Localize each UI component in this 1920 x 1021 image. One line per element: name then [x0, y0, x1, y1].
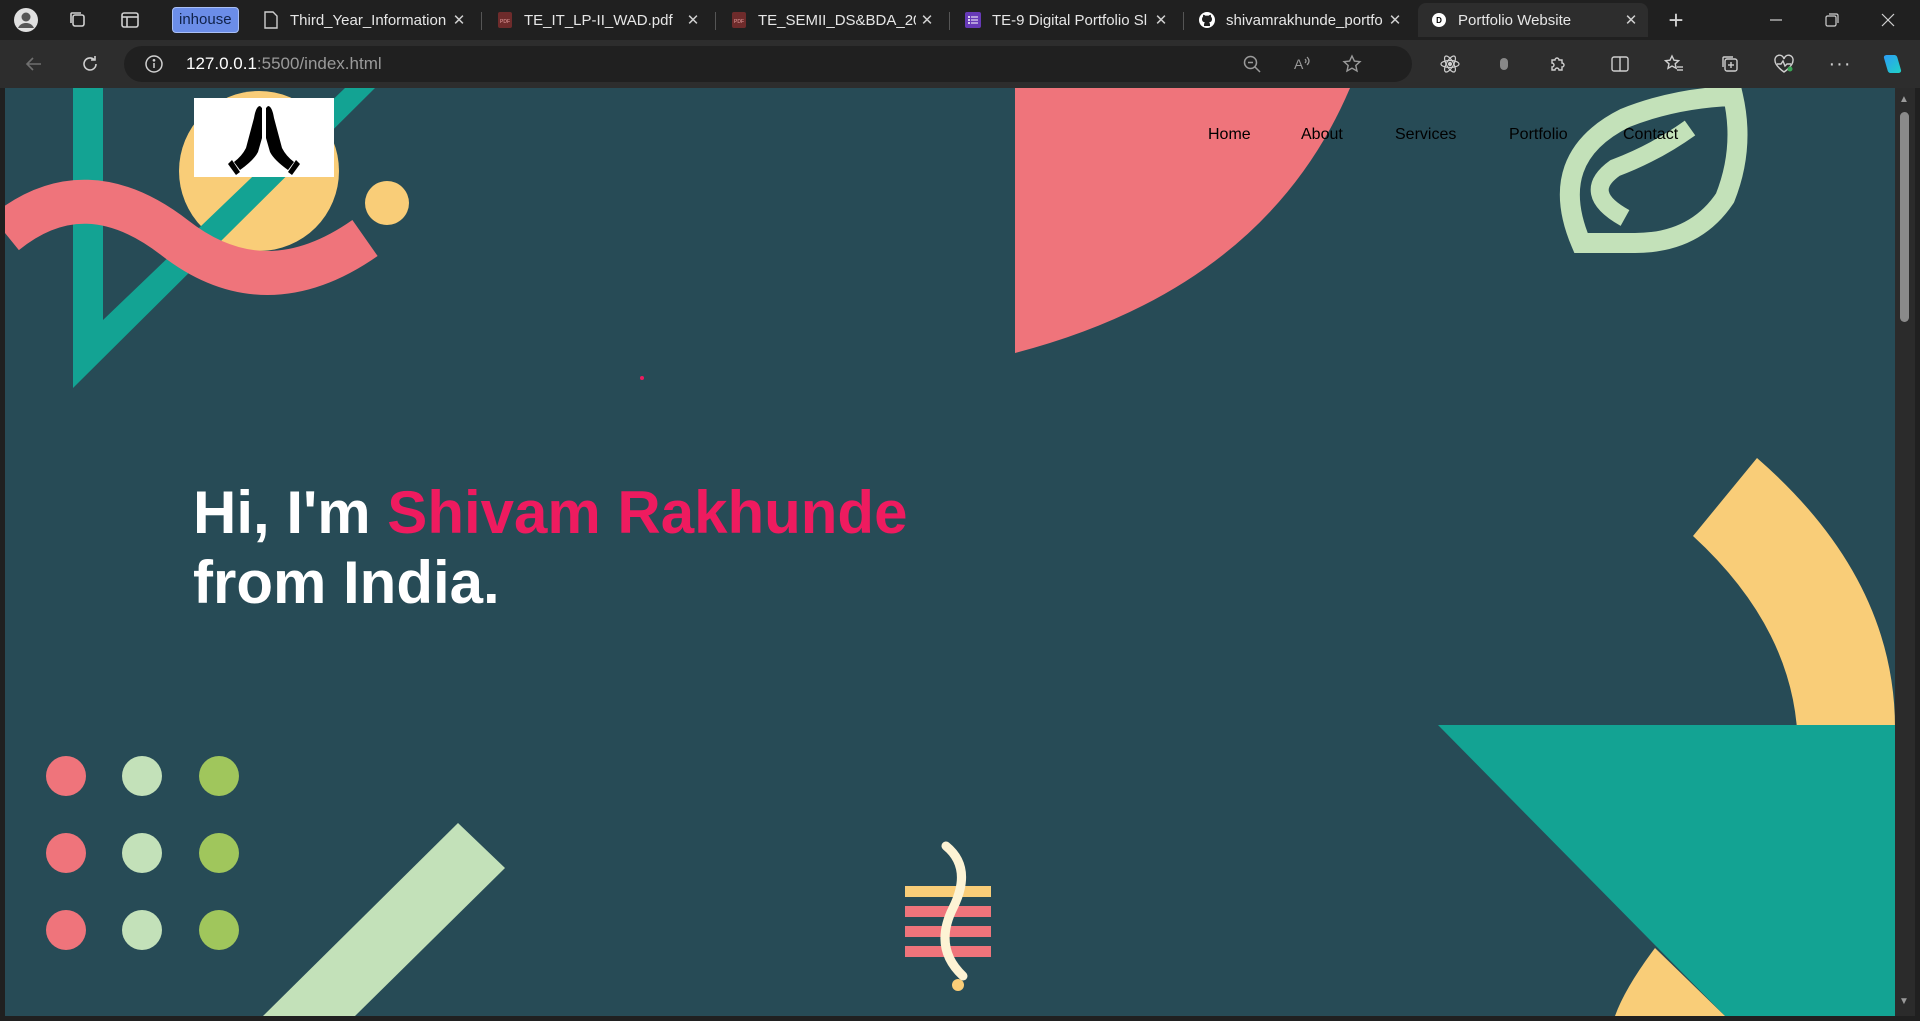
hero-heading: Hi, I'm Shivam Rakhunde from India. [193, 478, 907, 618]
read-aloud-icon[interactable]: A [1288, 50, 1316, 78]
mint-leaf-shape [1559, 88, 1748, 253]
github-icon [1198, 11, 1216, 29]
nav-about-link[interactable]: About [1301, 126, 1343, 144]
tab-github[interactable]: shivamrakhunde_portfo ✕ [1186, 3, 1412, 37]
favorites-icon[interactable] [1660, 50, 1688, 78]
hero-line2: from India. [193, 549, 500, 616]
nav-services-link[interactable]: Services [1395, 126, 1456, 144]
close-icon[interactable]: ✕ [1620, 11, 1642, 29]
hero-greeting: Hi, I'm [193, 479, 388, 546]
svg-text:D: D [1436, 16, 1442, 25]
vertical-scrollbar[interactable]: ▲ ▼ [1895, 88, 1915, 1016]
scroll-down-icon[interactable]: ▼ [1899, 996, 1909, 1007]
svg-text:PDF: PDF [500, 19, 510, 25]
url-host: 127.0.0.1 [186, 54, 257, 73]
extensions-puzzle-icon[interactable] [1544, 50, 1572, 78]
tab-lp-wad[interactable]: PDF TE_IT_LP-II_WAD.pdf ✕ [484, 3, 710, 37]
scrollbar-thumb[interactable] [1900, 112, 1909, 322]
svg-text:A: A [1294, 56, 1304, 72]
tab-label: shivamrakhunde_portfo [1226, 11, 1383, 29]
tab-label: TE-9 Digital Portfolio Sl [992, 11, 1148, 29]
url-path: :5500/index.html [256, 54, 382, 73]
page-viewport: Home About Services Portfolio Contact Hi… [5, 88, 1895, 1016]
tab-divider [715, 12, 716, 30]
back-icon[interactable] [20, 50, 48, 78]
nav-contact-link[interactable]: Contact [1623, 126, 1678, 144]
collections-icon[interactable] [1716, 50, 1744, 78]
close-window-icon[interactable] [1874, 6, 1902, 34]
nav-home-link[interactable]: Home [1208, 126, 1251, 144]
new-tab-icon[interactable]: + [1662, 5, 1690, 35]
tab-group-label[interactable]: inhouse [172, 7, 239, 33]
hero-name: Shivam Rakhunde [387, 479, 908, 546]
profile-icon[interactable] [12, 6, 40, 34]
pdf-icon: PDF [496, 11, 514, 29]
split-screen-icon[interactable] [1606, 50, 1634, 78]
tab-portfolio-website[interactable]: D Portfolio Website ✕ [1418, 3, 1648, 37]
more-options-icon[interactable]: ··· [1826, 50, 1854, 78]
scroll-up-icon[interactable]: ▲ [1899, 94, 1909, 105]
zoom-out-icon[interactable] [1238, 50, 1266, 78]
browser-essentials-icon[interactable] [1770, 50, 1798, 78]
coral-half-circle-shape [1015, 88, 1350, 353]
tab-label: TE_IT_LP-II_WAD.pdf [524, 11, 673, 29]
site-icon: D [1430, 11, 1448, 29]
react-devtools-icon[interactable] [1436, 50, 1464, 78]
svg-text:PDF: PDF [734, 19, 744, 25]
nav-portfolio-link[interactable]: Portfolio [1509, 126, 1568, 144]
vertical-tabs-icon[interactable] [116, 6, 144, 34]
refresh-icon[interactable] [76, 50, 104, 78]
forms-icon [964, 11, 982, 29]
mint-bar-shape [263, 823, 505, 1016]
pdf-icon: PDF [730, 11, 748, 29]
copilot-icon[interactable] [1878, 50, 1906, 78]
tab-divider [1183, 12, 1184, 30]
workspaces-icon[interactable] [64, 6, 92, 34]
extension-icon[interactable] [1490, 50, 1518, 78]
address-bar-row: 127.0.0.1:5500/index.html A ··· [0, 40, 1920, 88]
close-icon[interactable]: ✕ [682, 11, 704, 29]
close-icon[interactable]: ✕ [916, 11, 938, 29]
stripes-squiggle-shape [905, 841, 991, 991]
tab-label: Third_Year_Information [290, 11, 447, 29]
praying-hands-icon [228, 106, 300, 175]
dot-grid [46, 756, 239, 950]
tab-label: Portfolio Website [1458, 11, 1572, 29]
document-icon [262, 11, 280, 29]
minimize-icon[interactable] [1762, 6, 1790, 34]
small-yellow-dot-shape [365, 181, 409, 225]
url-bar[interactable]: 127.0.0.1:5500/index.html A [124, 46, 1412, 82]
restore-icon[interactable] [1818, 6, 1846, 34]
favorite-star-icon[interactable] [1338, 50, 1366, 78]
site-info-icon[interactable] [140, 50, 168, 78]
close-icon[interactable]: ✕ [1150, 11, 1172, 29]
tab-strip: inhouse Third_Year_Information ✕ PDF TE_… [0, 0, 1920, 40]
close-icon[interactable]: ✕ [1384, 11, 1406, 29]
url-text: 127.0.0.1:5500/index.html [186, 46, 382, 82]
tiny-red-dot [640, 376, 644, 380]
tab-divider [949, 12, 950, 30]
site-logo[interactable] [194, 98, 334, 177]
tab-divider [481, 12, 482, 30]
close-icon[interactable]: ✕ [448, 11, 470, 29]
tab-ds-bda[interactable]: PDF TE_SEMII_DS&BDA_201 ✕ [718, 3, 944, 37]
tab-label: TE_SEMII_DS&BDA_201 [758, 11, 916, 29]
tab-digital-portfolio[interactable]: TE-9 Digital Portfolio Sl ✕ [952, 3, 1178, 37]
tab-third-year[interactable]: Third_Year_Information ✕ [250, 3, 476, 37]
